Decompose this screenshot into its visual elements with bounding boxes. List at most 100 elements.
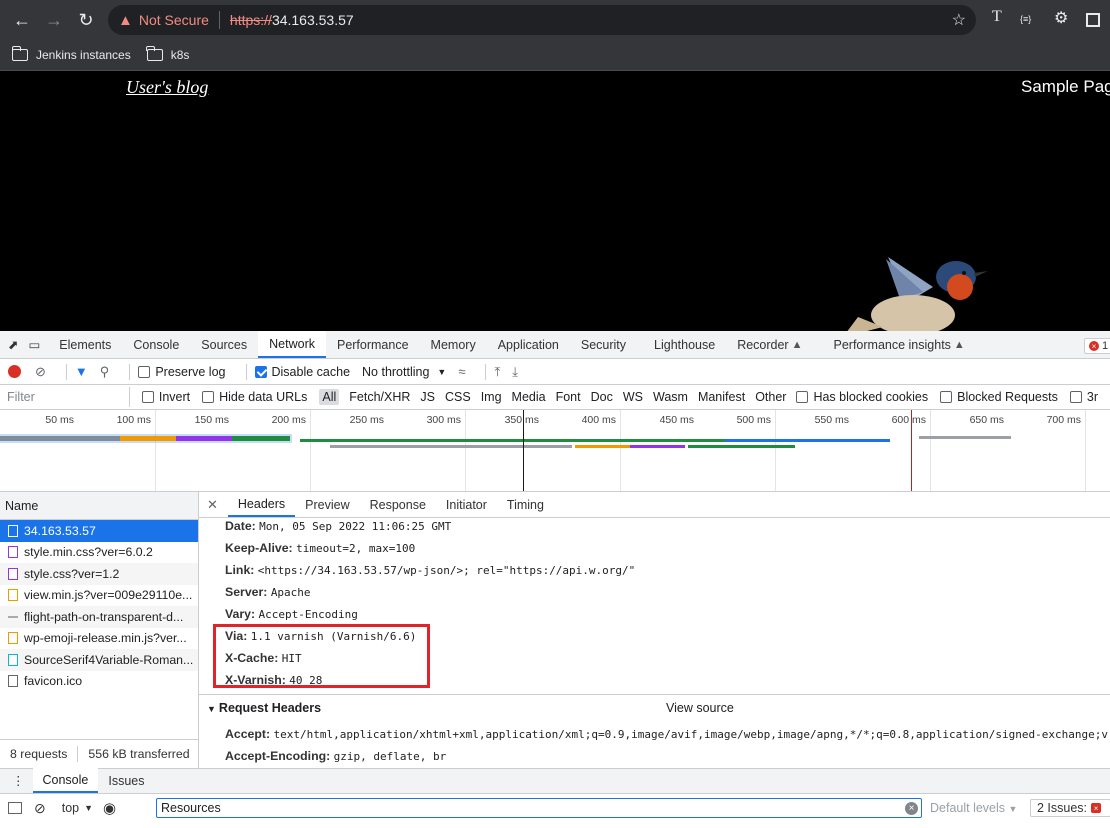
device-toolbar-icon[interactable]: ▭	[24, 331, 48, 358]
security-label[interactable]: Not Secure	[139, 12, 209, 28]
issues-label: 2 Issues:	[1037, 801, 1088, 815]
request-row[interactable]: style.css?ver=1.2	[0, 563, 198, 585]
filter-type-manifest[interactable]: Manifest	[698, 390, 745, 404]
invert-checkbox[interactable]: Invert	[141, 390, 190, 404]
url-scheme: https://	[229, 12, 272, 28]
sample-page-link[interactable]: Sample Page	[1021, 77, 1110, 97]
reload-icon[interactable]: ↻	[70, 4, 102, 36]
blocked-requests-checkbox[interactable]: Blocked Requests	[940, 390, 1058, 404]
close-icon[interactable]: ✕	[207, 497, 218, 513]
throttling-select[interactable]: No throttling ▼	[362, 365, 446, 379]
filter-type-other[interactable]: Other	[755, 390, 786, 404]
filter-type-media[interactable]: Media	[512, 390, 546, 404]
request-headers-section[interactable]: ▼ Request Headers View source	[199, 694, 1110, 720]
devtools-tabbar: ⬈ ▭ Elements Console Sources Network Per…	[0, 331, 1110, 359]
tab-application[interactable]: Application	[487, 331, 570, 358]
tab-elements[interactable]: Elements	[48, 331, 122, 358]
extensions-puzzle-icon[interactable]: ⚙	[1054, 8, 1068, 28]
console-filter-input[interactable]: Resources ×	[156, 798, 922, 818]
filter-type-font[interactable]: Font	[556, 390, 581, 404]
timeline-tick: 300 ms	[426, 414, 461, 426]
export-har-icon[interactable]: ⤓	[512, 364, 518, 380]
tab-initiator[interactable]: Initiator	[436, 492, 497, 517]
request-name: style.min.css?ver=6.0.2	[24, 545, 153, 560]
tab-response[interactable]: Response	[360, 492, 436, 517]
view-source-button[interactable]: View source	[666, 701, 734, 715]
extension-text-icon[interactable]: T	[992, 8, 1002, 26]
filter-type-wasm[interactable]: Wasm	[653, 390, 688, 404]
disable-cache-checkbox[interactable]: Disable cache	[254, 365, 350, 379]
filter-type-css[interactable]: CSS	[445, 390, 471, 404]
log-levels-select[interactable]: Default levels ▼	[930, 801, 1017, 815]
timeline-tick: 650 ms	[969, 414, 1004, 426]
timeline-gridline	[930, 410, 931, 491]
tab-preview[interactable]: Preview	[295, 492, 359, 517]
request-row[interactable]: style.min.css?ver=6.0.2	[0, 542, 198, 564]
request-headers-title: ▼ Request Headers	[207, 701, 321, 715]
tab-network[interactable]: Network	[258, 331, 326, 358]
third-party-checkbox[interactable]: 3r	[1069, 390, 1098, 404]
request-row[interactable]: flight-path-on-transparent-d...	[0, 606, 198, 628]
request-row[interactable]: favicon.ico	[0, 671, 198, 693]
stylesheet-icon	[8, 567, 18, 580]
filter-type-ws[interactable]: WS	[623, 390, 643, 404]
url-host: 34.163.53.57	[271, 12, 354, 28]
filter-type-img[interactable]: Img	[481, 390, 502, 404]
tab-sources[interactable]: Sources	[190, 331, 258, 358]
filter-type-fetch-xhr[interactable]: Fetch/XHR	[349, 390, 410, 404]
tab-recorder[interactable]: Recorder ▲	[726, 331, 813, 358]
extension-json-icon[interactable]: {≡}	[1020, 14, 1031, 24]
blog-title-link[interactable]: User's blog	[126, 77, 208, 98]
sidebar-toggle-icon[interactable]	[8, 802, 22, 814]
drawer-tab-issues[interactable]: Issues	[98, 768, 154, 793]
has-blocked-cookies-checkbox[interactable]: Has blocked cookies	[796, 390, 928, 404]
network-toolbar: ⊘ ▼ ⚲ Preserve log Disable cache No thro…	[0, 359, 1110, 385]
filter-icon[interactable]: ▼	[75, 364, 88, 379]
tab-memory[interactable]: Memory	[420, 331, 487, 358]
filter-type-doc[interactable]: Doc	[591, 390, 613, 404]
filter-type-all[interactable]: All	[319, 389, 340, 405]
tab-performance[interactable]: Performance	[326, 331, 420, 358]
clear-icon[interactable]: ⊘	[35, 364, 46, 380]
timeline-tick: 50 ms	[45, 414, 74, 426]
error-count-badge[interactable]: × 1	[1084, 338, 1110, 354]
request-row[interactable]: SourceSerif4Variable-Roman...	[0, 649, 198, 671]
clear-console-icon[interactable]: ⊘	[34, 800, 46, 817]
bird-illustration	[847, 257, 988, 331]
inspect-element-icon[interactable]: ⬈	[0, 331, 24, 358]
context-select[interactable]: top ▼	[62, 801, 93, 815]
side-panel-icon[interactable]	[1086, 13, 1100, 27]
back-icon[interactable]: ←	[6, 4, 38, 36]
preserve-log-checkbox[interactable]: Preserve log	[138, 365, 226, 379]
address-bar[interactable]: ▲ Not Secure https:// 34.163.53.57 ☆	[108, 5, 976, 35]
hide-data-urls-checkbox[interactable]: Hide data URLs	[202, 390, 307, 404]
filter-type-js[interactable]: JS	[420, 390, 435, 404]
tab-console[interactable]: Console	[122, 331, 190, 358]
forward-icon[interactable]: →	[38, 4, 70, 36]
highlight-annotation-box	[213, 624, 430, 688]
experiment-flask-icon: ▲	[791, 338, 803, 351]
issues-button[interactable]: 2 Issues: ×	[1030, 799, 1110, 817]
bookmark-star-icon[interactable]: ☆	[952, 10, 966, 30]
live-expression-eye-icon[interactable]: ◉	[103, 799, 116, 817]
bookmark-folder-k8s[interactable]: k8s	[146, 46, 189, 62]
tab-security[interactable]: Security	[570, 331, 637, 358]
tab-headers[interactable]: Headers	[227, 492, 296, 517]
request-row[interactable]: wp-emoji-release.min.js?ver...	[0, 628, 198, 650]
drawer-menu-icon[interactable]: ⋮	[8, 768, 33, 793]
import-har-icon[interactable]: ⤒	[494, 364, 500, 380]
network-conditions-icon[interactable]: ≈	[458, 364, 465, 379]
tab-performance-insights[interactable]: Performance insights ▲	[814, 331, 976, 358]
filter-input[interactable]: Filter	[2, 387, 130, 407]
request-row[interactable]: 34.163.53.57	[0, 520, 198, 542]
request-list-header[interactable]: Name	[0, 492, 198, 520]
bookmark-folder-jenkins[interactable]: Jenkins instances	[11, 46, 131, 62]
drawer-tab-console[interactable]: Console	[32, 768, 99, 793]
record-button[interactable]	[8, 365, 21, 378]
tab-lighthouse[interactable]: Lighthouse	[637, 331, 726, 358]
request-row[interactable]: view.min.js?ver=009e29110e...	[0, 585, 198, 607]
search-icon[interactable]: ⚲	[100, 364, 110, 380]
tab-timing[interactable]: Timing	[497, 492, 554, 517]
network-overview-timeline[interactable]: 50 ms 100 ms 150 ms 200 ms 250 ms 300 ms…	[0, 410, 1110, 492]
clear-input-icon[interactable]: ×	[905, 802, 918, 815]
